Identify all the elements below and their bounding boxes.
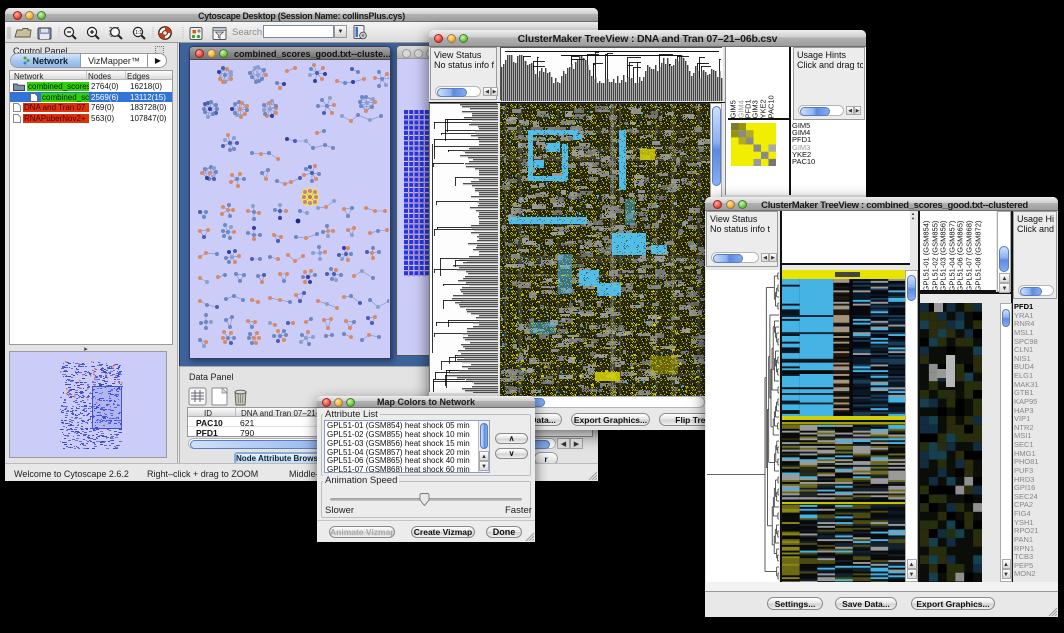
svg-text:1:1: 1:1 <box>135 30 142 36</box>
